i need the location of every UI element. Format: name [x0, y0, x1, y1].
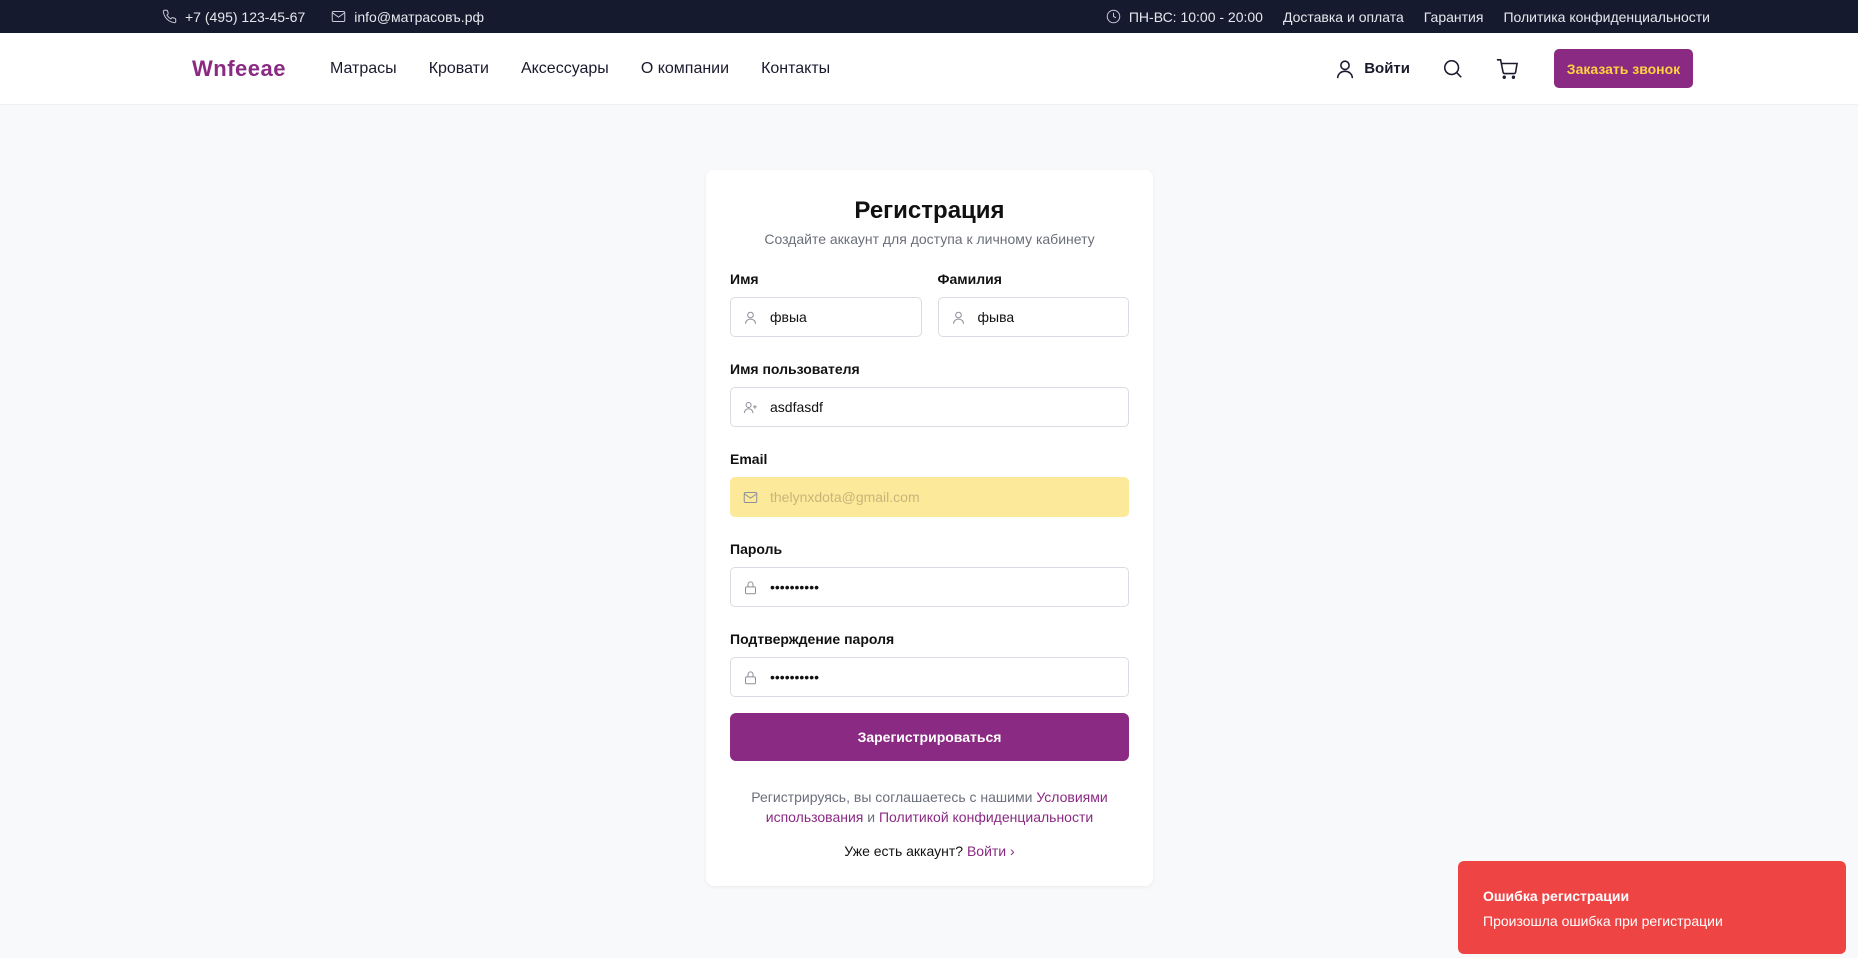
- phone-icon: [162, 9, 177, 24]
- email-contact[interactable]: info@матрасовъ.рф: [331, 9, 484, 25]
- email-label: Email: [730, 451, 768, 467]
- email-address: info@матрасовъ.рф: [354, 8, 484, 25]
- lock-icon: [745, 670, 756, 684]
- page-subtitle: Создайте аккаунт для доступа к личному к…: [764, 231, 1095, 247]
- last-name-group: Фамилия фыва: [937, 271, 1129, 337]
- order-call-button[interactable]: Заказать звонок: [1554, 49, 1693, 88]
- username-value: asdfasdf: [770, 399, 823, 415]
- login-link[interactable]: Войти: [967, 843, 1006, 859]
- chevron-right-icon[interactable]: ›: [1010, 843, 1015, 859]
- privacy-link[interactable]: Политикой конфиденциальности: [879, 809, 1093, 825]
- link-warranty[interactable]: Гарантия: [1424, 9, 1484, 25]
- main-nav: Матрасы Кровати Аксессуары О компании Ко…: [330, 60, 830, 78]
- last-name-label: Фамилия: [937, 271, 1002, 287]
- hours-text: ПН-ВС: 10:00 - 20:00: [1128, 8, 1263, 25]
- password-field[interactable]: ••••••••••: [730, 567, 1129, 607]
- lock-icon: [745, 580, 756, 594]
- password-group: Пароль ••••••••••: [730, 541, 1129, 607]
- registration-card: Регистрация Создайте аккаунт для доступа…: [706, 170, 1153, 886]
- password-value: ••••••••••: [770, 579, 820, 595]
- password-confirm-field[interactable]: ••••••••••: [730, 657, 1129, 697]
- username-field[interactable]: asdfasdf: [730, 387, 1129, 427]
- first-name-group: Имя фвыа: [730, 271, 922, 337]
- user-icon: [952, 311, 964, 324]
- email-group: Email thelynxdota@gmail.com: [730, 451, 1129, 517]
- nav-item-beds[interactable]: Кровати: [429, 60, 489, 78]
- password-confirm-label: Подтверждение пароля: [730, 631, 895, 647]
- user-plus-icon: [743, 401, 757, 413]
- phone-number: +7 (495) 123-45-67: [185, 8, 306, 25]
- password-confirm-group: Подтверждение пароля ••••••••••: [730, 631, 1129, 697]
- already-text: Уже есть аккаунт?: [844, 843, 964, 859]
- username-group: Имя пользователя asdfasdf: [730, 361, 1129, 427]
- top-info-bar: +7 (495) 123-45-67 info@матрасовъ.рф ПН-…: [0, 0, 1858, 33]
- mail-icon: [743, 491, 758, 503]
- logo[interactable]: Wnfeeae: [192, 56, 330, 82]
- email-value: thelynxdota@gmail.com: [770, 489, 920, 505]
- terms-notice: Регистрируясь, вы соглашаетесь с нашими …: [730, 787, 1129, 827]
- last-name-field[interactable]: фыва: [937, 297, 1129, 337]
- toast-message: Произошла ошибка при регистрации: [1483, 913, 1723, 929]
- password-confirm-value: ••••••••••: [770, 669, 820, 685]
- nav-item-mattresses[interactable]: Матрасы: [330, 60, 397, 78]
- clock-icon: [1106, 9, 1121, 24]
- cart-icon: [1496, 58, 1518, 79]
- mail-icon: [332, 11, 346, 22]
- login-button[interactable]: Войти: [1334, 58, 1410, 80]
- last-name-value: фыва: [977, 309, 1015, 325]
- register-button[interactable]: Зарегистрироваться: [730, 713, 1129, 761]
- user-icon: [1337, 59, 1354, 78]
- nav-item-about[interactable]: О компании: [641, 60, 729, 78]
- cart-button[interactable]: [1496, 58, 1518, 80]
- link-privacy[interactable]: Политика конфиденциальности: [1503, 9, 1710, 25]
- first-name-value: фвыа: [770, 309, 807, 325]
- nav-item-accessories[interactable]: Аксессуары: [521, 60, 609, 78]
- terms-and: и: [867, 809, 876, 825]
- page-title: Регистрация: [854, 197, 1005, 224]
- error-toast[interactable]: Ошибка регистрации Произошла ошибка при …: [1458, 861, 1846, 954]
- link-delivery[interactable]: Доставка и оплата: [1283, 9, 1404, 25]
- toast-title: Ошибка регистрации: [1483, 888, 1630, 904]
- already-account: Уже есть аккаунт? Войти ›: [730, 843, 1129, 859]
- username-label: Имя пользователя: [730, 361, 860, 377]
- first-name-field[interactable]: фвыа: [730, 297, 922, 337]
- user-icon: [745, 311, 756, 324]
- main-header: Wnfeeae Матрасы Кровати Аксессуары О ком…: [0, 33, 1858, 105]
- login-label: Войти: [1364, 60, 1410, 77]
- password-label: Пароль: [730, 541, 783, 557]
- first-name-label: Имя: [730, 271, 759, 287]
- terms-prefix: Регистрируясь, вы соглашаетесь с нашими: [751, 789, 1033, 805]
- nav-item-contacts[interactable]: Контакты: [761, 60, 830, 78]
- search-icon: [1443, 59, 1462, 78]
- email-field[interactable]: thelynxdota@gmail.com: [730, 477, 1129, 517]
- working-hours: ПН-ВС: 10:00 - 20:00: [1106, 9, 1263, 25]
- phone-contact[interactable]: +7 (495) 123-45-67: [162, 9, 305, 25]
- search-button[interactable]: [1442, 58, 1464, 80]
